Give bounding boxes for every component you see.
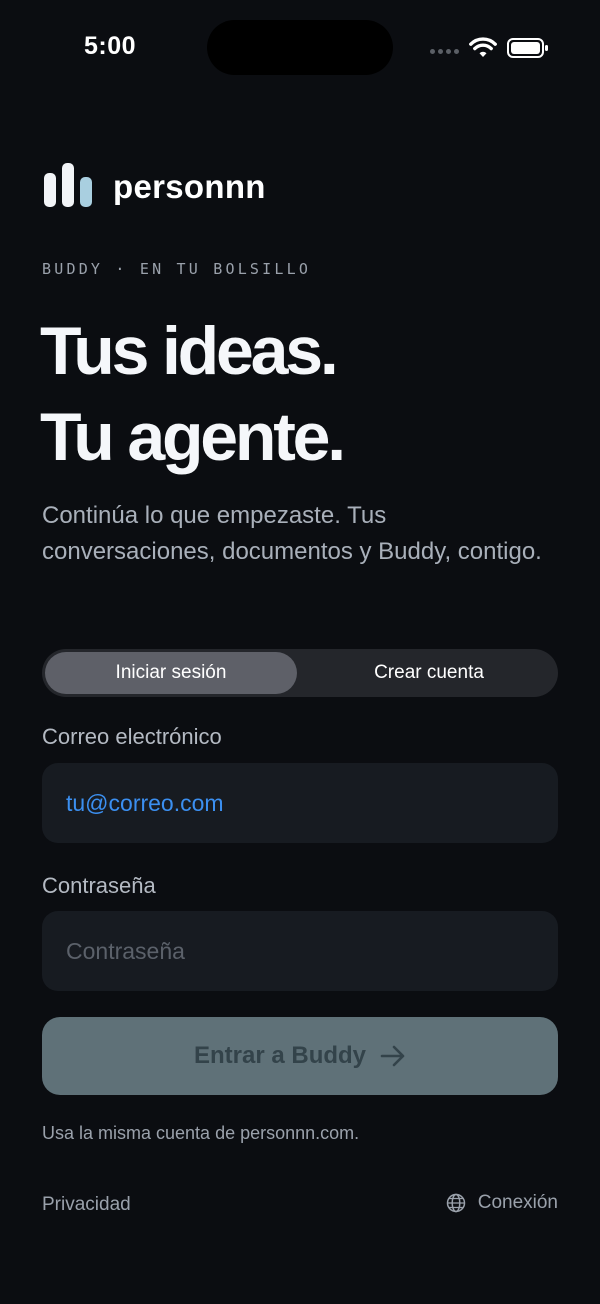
headline-line-1: Tus ideas. bbox=[40, 313, 339, 389]
email-field-container bbox=[42, 763, 558, 843]
submit-button[interactable]: Entrar a Buddy bbox=[42, 1017, 558, 1095]
headline-line-2: Tu agente. bbox=[40, 399, 346, 475]
connection-link[interactable]: Conexión bbox=[446, 1192, 558, 1214]
arrow-right-icon bbox=[380, 1045, 405, 1067]
privacy-link[interactable]: Privacidad bbox=[42, 1194, 131, 1216]
password-field[interactable] bbox=[66, 937, 558, 965]
wifi-icon bbox=[469, 37, 497, 57]
battery-icon bbox=[507, 38, 548, 58]
submit-button-label: Entrar a Buddy bbox=[193, 1042, 367, 1069]
page-title: Tus ideas. Tu agente. bbox=[40, 308, 346, 480]
email-label: Correo electrónico bbox=[42, 724, 222, 749]
personnn-logo-icon bbox=[44, 163, 92, 207]
tab-sign-in[interactable]: Iniciar sesión bbox=[45, 652, 297, 694]
connection-label: Conexión bbox=[477, 1192, 558, 1213]
brand-name: personnn bbox=[113, 168, 266, 205]
email-field[interactable] bbox=[66, 789, 558, 817]
dynamic-island bbox=[207, 20, 393, 75]
tab-create-account[interactable]: Crear cuenta bbox=[303, 652, 555, 694]
auth-mode-toggle: Iniciar sesión Crear cuenta bbox=[42, 649, 558, 697]
globe-icon bbox=[446, 1193, 465, 1213]
cellular-signal-icon bbox=[430, 49, 459, 54]
password-field-container bbox=[42, 911, 558, 991]
lead-paragraph: Continúa lo que empezaste. Tus conversac… bbox=[42, 502, 542, 565]
kicker-text: BUDDY · EN TU BOLSILLO bbox=[42, 260, 312, 278]
account-hint: Usa la misma cuenta de personnn.com. bbox=[42, 1123, 360, 1143]
status-time: 5:00 bbox=[84, 32, 137, 60]
login-screen: 5:00 personnn BUDDY · EN TU BOLSILLO Tus… bbox=[0, 0, 600, 1304]
password-label: Contraseña bbox=[42, 873, 156, 898]
